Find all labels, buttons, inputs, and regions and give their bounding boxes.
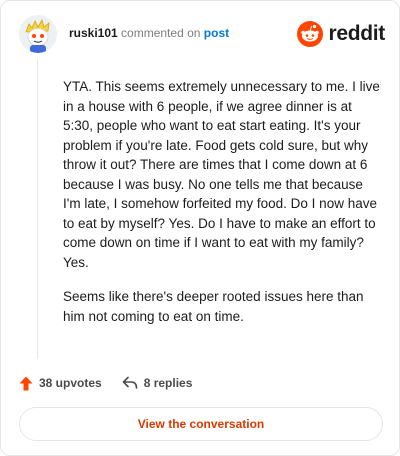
- comment-paragraph: Seems like there's deeper rooted issues …: [63, 289, 364, 324]
- snoo-avatar-icon: [19, 15, 57, 53]
- post-link[interactable]: post: [204, 26, 229, 40]
- view-conversation-button[interactable]: View the conversation: [19, 407, 383, 441]
- comment-card: ruski101 commented on post reddit YTA. T…: [0, 0, 400, 456]
- comment-paragraph: YTA. This seems extremely unnecessary to…: [63, 79, 380, 270]
- avatar[interactable]: [19, 15, 57, 53]
- brand-wordmark: reddit: [328, 22, 385, 45]
- comment-header: ruski101 commented on post reddit: [19, 15, 385, 53]
- username-link[interactable]: ruski101: [69, 26, 118, 40]
- comment-meta: ruski101 commented on post: [69, 26, 229, 40]
- reply-count: 8 replies: [143, 376, 193, 390]
- upvote-button[interactable]: 38 upvotes: [19, 376, 102, 391]
- upvote-arrow-icon: [19, 376, 33, 390]
- replies-button[interactable]: 8 replies: [122, 376, 193, 390]
- thread-line: [37, 59, 38, 359]
- reddit-logo-icon: [297, 21, 324, 47]
- reddit-brand[interactable]: reddit: [297, 20, 385, 48]
- upvote-count: 38 upvotes: [39, 376, 102, 390]
- action-text: commented on: [121, 26, 201, 40]
- comment-body: YTA. This seems extremely unnecessary to…: [63, 77, 381, 341]
- comment-actions: 38 upvotes 8 replies: [19, 373, 192, 393]
- reply-arrow-icon: [122, 376, 138, 389]
